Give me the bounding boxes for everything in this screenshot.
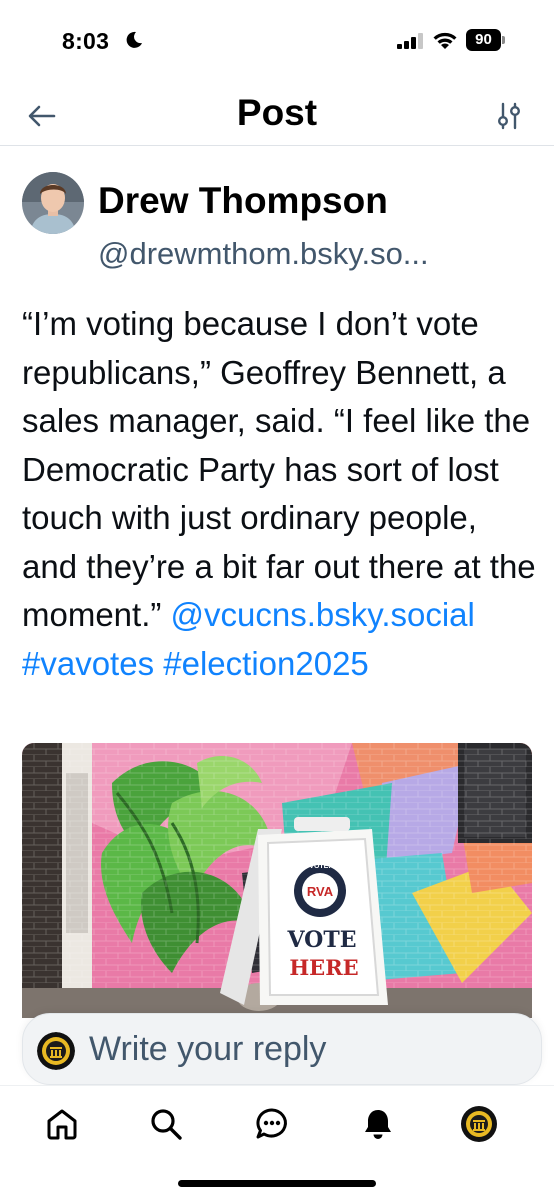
sign-logo-text: RVA — [307, 884, 334, 899]
nav-notifications[interactable] — [358, 1104, 398, 1144]
nav-home[interactable] — [42, 1104, 82, 1144]
post-text: “I’m voting because I don’t vote republi… — [22, 305, 536, 633]
person-photo — [22, 172, 84, 234]
nav-profile[interactable] — [459, 1104, 499, 1144]
moon-icon — [126, 31, 142, 48]
mention-link[interactable]: @vcucns.bsky.social — [171, 596, 475, 633]
sign-ring-text: OFFICE OF ELECTIONS — [297, 917, 342, 922]
battery-level: 90 — [466, 29, 501, 51]
bell-icon — [365, 1110, 391, 1139]
status-bar: 8:03 90 — [0, 0, 554, 86]
reply-input[interactable]: Write your reply — [89, 1030, 326, 1069]
author-name[interactable]: Drew Thompson — [98, 180, 388, 222]
post-image[interactable]: VOTE! RVA OFFICE OF ELECTIONS VOTE HERE — [22, 743, 532, 1018]
hashtag-link[interactable]: #election2025 — [163, 645, 369, 682]
nav-search[interactable] — [146, 1104, 186, 1144]
sign-line-1: VOTE — [287, 927, 357, 953]
status-time: 8:03 — [62, 28, 110, 54]
signal-icon — [397, 33, 423, 49]
mural-vote-sign-photo: VOTE! RVA OFFICE OF ELECTIONS VOTE HERE — [22, 743, 532, 1018]
my-avatar — [37, 1032, 75, 1070]
battery-tip — [502, 36, 505, 44]
search-icon — [151, 1109, 182, 1140]
sign-top-text: VOTE! — [309, 863, 330, 870]
badge-avatar-icon — [37, 1032, 75, 1070]
hashtag-link[interactable]: #vavotes — [22, 645, 154, 682]
nav-chat[interactable] — [252, 1104, 292, 1144]
thread-settings-button[interactable] — [494, 100, 524, 132]
home-indicator[interactable] — [178, 1180, 376, 1187]
page-title: Post — [236, 92, 318, 133]
sliders-icon — [498, 102, 520, 130]
wifi-icon — [433, 32, 457, 49]
post-header: Post — [0, 86, 554, 146]
battery-indicator: 90 — [466, 29, 506, 51]
profile-avatar-icon — [461, 1106, 497, 1142]
sign-line-2: HERE — [289, 955, 358, 980]
author-avatar[interactable] — [22, 172, 84, 234]
author-handle[interactable]: @drewmthom.bsky.so... — [98, 236, 518, 272]
reply-composer[interactable]: Write your reply — [22, 1013, 542, 1085]
chat-icon — [256, 1108, 287, 1139]
home-icon — [47, 1109, 77, 1140]
post-body: “I’m voting because I don’t vote republi… — [22, 300, 536, 688]
